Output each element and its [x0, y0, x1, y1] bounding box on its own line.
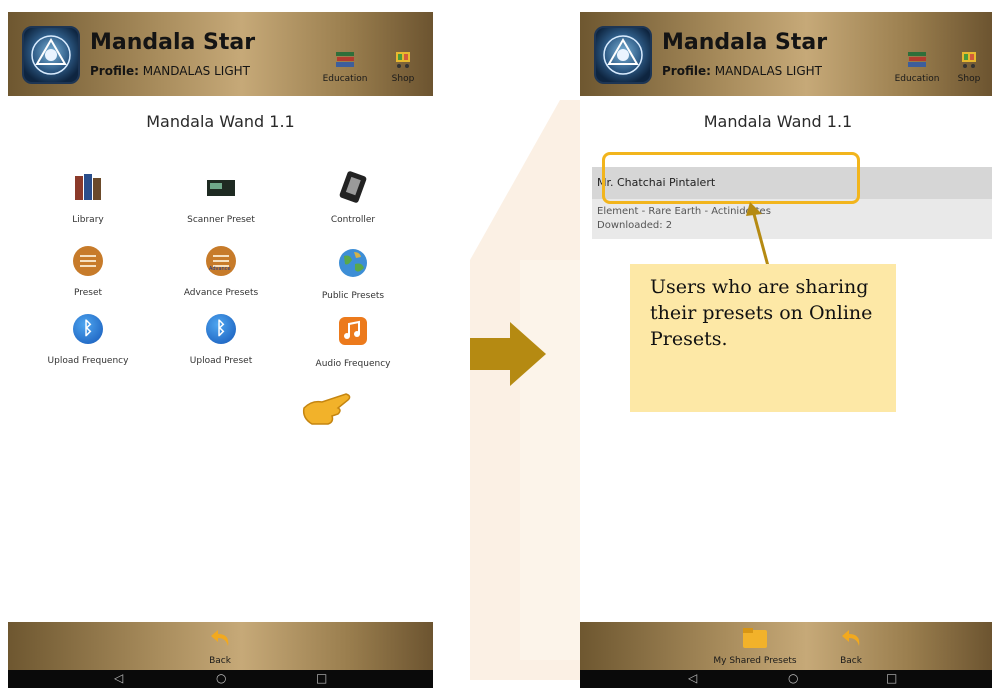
scanner-device-icon — [207, 180, 235, 196]
public-presets-button[interactable]: Public Presets — [293, 246, 413, 301]
public-presets-label: Public Presets — [321, 291, 385, 301]
shop-button[interactable]: Shop — [942, 48, 992, 84]
back-label: Back — [209, 656, 231, 666]
books-icon — [75, 174, 101, 200]
back-button[interactable]: Back — [806, 626, 896, 666]
upload-frequency-button[interactable]: ᛒ Upload Frequency — [28, 314, 148, 366]
nav-back-icon[interactable]: ◁ — [114, 671, 123, 685]
library-label: Library — [72, 215, 104, 225]
shop-button[interactable]: Shop — [376, 48, 430, 84]
highlight-box — [602, 152, 860, 204]
back-arrow-icon — [842, 630, 860, 646]
books-icon — [908, 52, 926, 67]
profile-line: Profile: MANDALAS LIGHT — [662, 64, 822, 78]
bottom-bar: My Shared Presets Back — [580, 622, 992, 670]
pointing-hand-icon — [302, 393, 351, 425]
profile-name: MANDALAS LIGHT — [142, 64, 250, 78]
app-header: Mandala Star Profile: MANDALAS LIGHT Edu… — [8, 12, 433, 96]
controller-device-icon — [339, 171, 367, 203]
audio-frequency-label: Audio Frequency — [315, 359, 391, 369]
back-arrow-icon — [211, 630, 229, 646]
music-note-icon — [339, 317, 367, 345]
back-button[interactable]: Back — [175, 626, 265, 666]
shop-label: Shop — [391, 74, 415, 84]
upload-frequency-label: Upload Frequency — [47, 356, 129, 366]
transition-arrow-icon — [470, 322, 546, 386]
library-button[interactable]: Library — [28, 170, 148, 225]
folder-icon — [743, 628, 767, 648]
shopping-cart-icon — [396, 52, 410, 68]
android-nav-bar: ◁ ○ □ — [580, 670, 992, 688]
app-header: Mandala Star Profile: MANDALAS LIGHT Edu… — [580, 12, 992, 96]
preset-label: Preset — [73, 288, 103, 298]
education-button[interactable]: Education — [318, 48, 372, 84]
profile-line: Profile: MANDALAS LIGHT — [90, 64, 250, 78]
bluetooth-icon: ᛒ — [71, 314, 105, 348]
shopping-cart-icon — [962, 52, 976, 68]
bluetooth-icon: ᛒ — [204, 314, 238, 348]
app-logo — [594, 26, 652, 84]
my-shared-presets-button[interactable]: My Shared Presets — [710, 626, 800, 666]
app-title: Mandala Star — [662, 30, 828, 55]
shop-label: Shop — [957, 74, 981, 84]
audio-frequency-button[interactable]: Audio Frequency — [293, 314, 413, 369]
profile-label: Profile: — [90, 64, 139, 78]
profile-label: Profile: — [662, 64, 711, 78]
public-preset-item[interactable]: Element - Rare Earth - Actinidettes Down… — [592, 199, 992, 239]
controller-button[interactable]: Controller — [293, 170, 413, 225]
annotation-callout: Users who are sharing their presets on O… — [630, 264, 896, 412]
download-count: Downloaded: 2 — [597, 220, 673, 231]
back-label: Back — [840, 656, 862, 666]
app-logo — [22, 26, 80, 84]
sliders-icon: Advance — [204, 246, 238, 280]
app-title: Mandala Star — [90, 30, 256, 55]
android-nav-bar: ◁ ○ □ — [8, 670, 433, 688]
nav-home-icon[interactable]: ○ — [788, 671, 798, 685]
nav-home-icon[interactable]: ○ — [216, 671, 226, 685]
education-label: Education — [894, 74, 940, 84]
callout-pointer-arrow — [746, 202, 770, 267]
upload-preset-label: Upload Preset — [189, 356, 253, 366]
my-shared-presets-label: My Shared Presets — [713, 656, 797, 666]
scanner-preset-label: Scanner Preset — [187, 215, 255, 225]
advance-presets-button[interactable]: Advance Advance Presets — [161, 246, 281, 298]
bottom-bar: Back — [8, 622, 433, 670]
globe-icon — [339, 249, 367, 277]
screen-title: Mandala Wand 1.1 — [703, 112, 853, 131]
education-button[interactable]: Education — [890, 48, 944, 84]
nav-recents-icon[interactable]: □ — [886, 671, 897, 685]
preset-button[interactable]: Preset — [28, 246, 148, 298]
sliders-icon — [71, 246, 105, 280]
scanner-preset-button[interactable]: Scanner Preset — [161, 170, 281, 225]
preset-name: Element - Rare Earth - Actinidettes — [597, 206, 771, 217]
books-icon — [336, 52, 354, 67]
advance-presets-label: Advance Presets — [183, 288, 259, 298]
advance-badge: Advance — [209, 266, 231, 272]
nav-recents-icon[interactable]: □ — [316, 671, 327, 685]
nav-back-icon[interactable]: ◁ — [688, 671, 697, 685]
screen-title: Mandala Wand 1.1 — [146, 112, 295, 131]
upload-preset-button[interactable]: ᛒ Upload Preset — [161, 314, 281, 366]
left-phone-screen: Mandala Star Profile: MANDALAS LIGHT Edu… — [8, 12, 433, 688]
controller-label: Controller — [330, 215, 376, 225]
profile-name: MANDALAS LIGHT — [714, 64, 822, 78]
education-label: Education — [322, 74, 368, 84]
